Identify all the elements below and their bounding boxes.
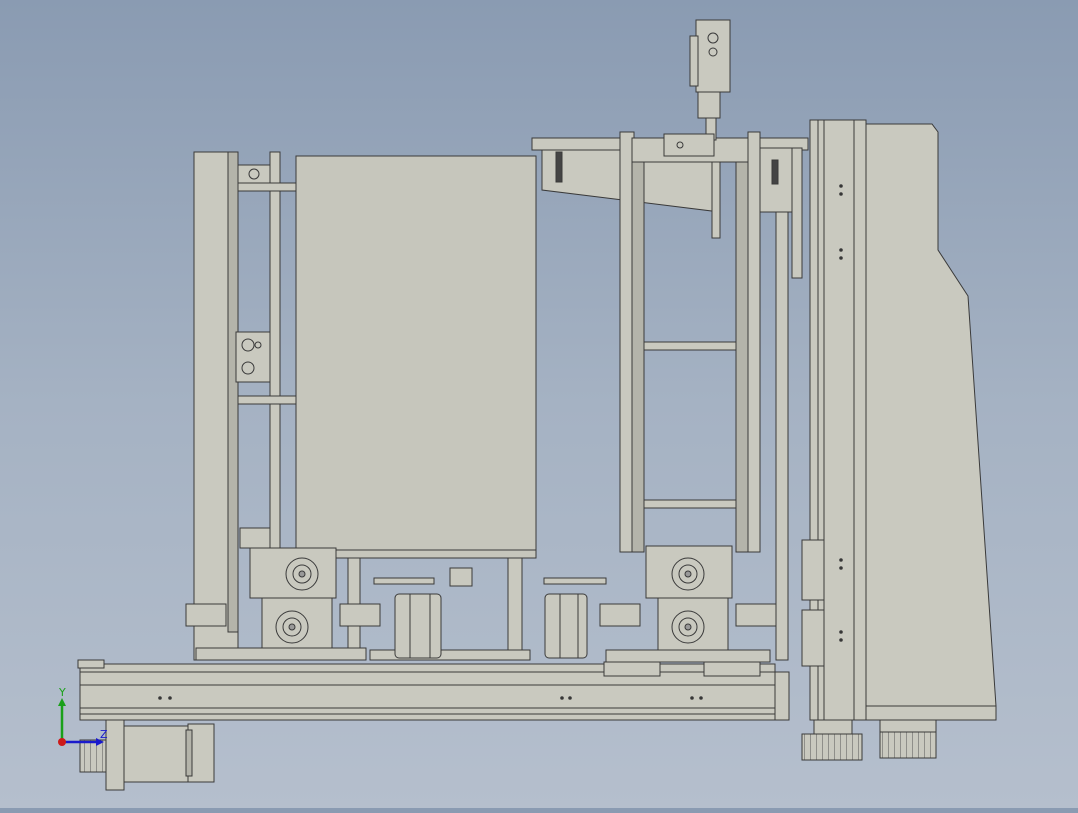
axis-triad: Y Z: [58, 686, 108, 746]
z-axis-dot: [58, 738, 66, 746]
z-axis-label: Z: [100, 728, 108, 741]
right-drive-assembly: [599, 545, 777, 677]
y-axis-head: [58, 698, 66, 706]
drive-wheels: [373, 577, 607, 659]
vertical-extrusion: [801, 119, 867, 761]
right-enclosure: [865, 123, 997, 759]
cad-viewport[interactable]: Y Z: [0, 0, 1078, 808]
y-axis-label: Y: [58, 686, 66, 699]
base-rail: [77, 659, 790, 721]
cad-drawing: [77, 19, 997, 791]
top-cylinder-module: [663, 19, 731, 157]
